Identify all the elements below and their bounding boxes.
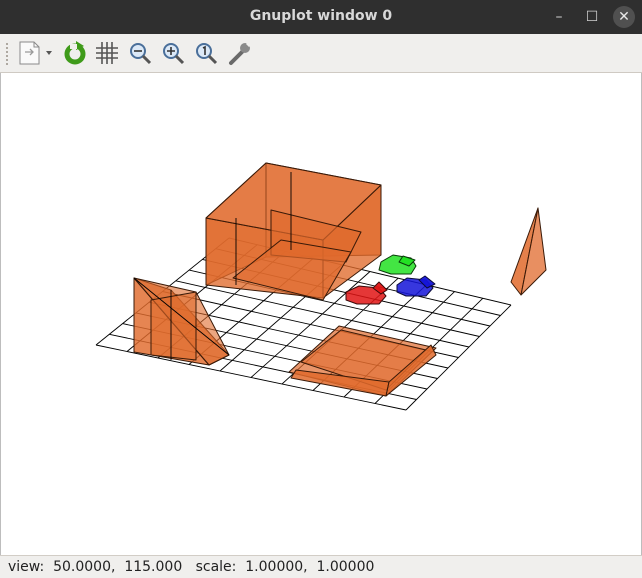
window-title: Gnuplot window 0	[249, 8, 393, 24]
minimize-button[interactable]: –	[548, 6, 570, 28]
status-text: view: 50.0000, 115.000 scale: 1.00000, 1…	[8, 559, 375, 575]
replot-button[interactable]	[61, 39, 89, 67]
maximize-button[interactable]: ☐	[581, 6, 603, 28]
settings-button[interactable]	[226, 39, 254, 67]
autoscale-button[interactable]	[192, 39, 220, 67]
zoom-next-button[interactable]	[159, 39, 187, 67]
zoom-previous-button[interactable]	[126, 39, 154, 67]
grid-icon	[96, 42, 118, 64]
status-bar: view: 50.0000, 115.000 scale: 1.00000, 1…	[0, 555, 642, 578]
wrench-icon	[229, 41, 252, 65]
plot-area[interactable]	[0, 73, 642, 555]
zoom-in-icon	[163, 43, 185, 65]
zoom-fit-icon	[196, 43, 218, 65]
prism-inner-face	[150, 291, 197, 361]
close-button[interactable]: ✕	[613, 6, 635, 28]
document-export-icon	[19, 41, 52, 65]
refresh-icon	[64, 41, 86, 65]
grid-button[interactable]	[93, 39, 121, 67]
3d-plot-canvas	[95, 162, 547, 411]
toolbar	[0, 34, 642, 73]
export-button[interactable]	[14, 39, 58, 67]
toolbar-grip[interactable]	[5, 42, 9, 66]
title-bar: Gnuplot window 0 – ☐ ✕	[0, 0, 642, 34]
zoom-out-icon	[130, 43, 152, 65]
